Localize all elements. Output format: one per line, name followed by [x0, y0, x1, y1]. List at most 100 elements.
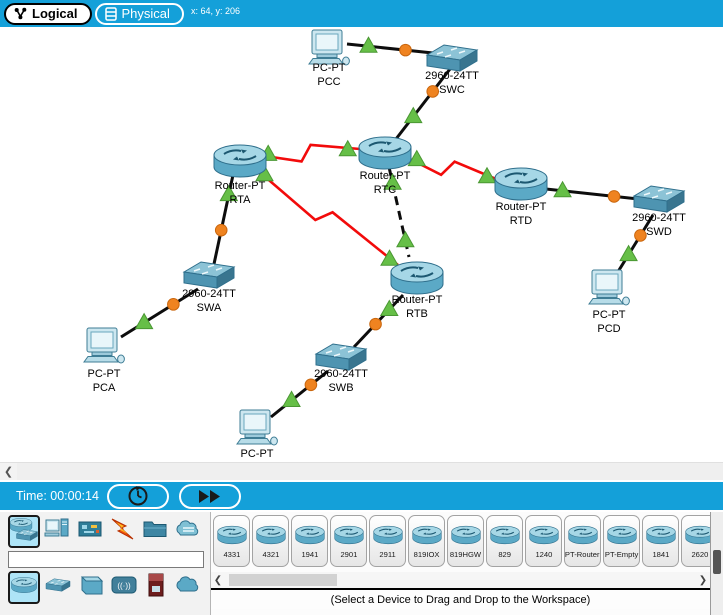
device-button-2901[interactable]: 2901	[330, 515, 367, 567]
subcategory-routers[interactable]	[8, 571, 40, 604]
port-status-dot-icon	[400, 44, 412, 56]
packet-tracer-window: Logical Physical x: 64, y: 206 PC-PTPCC …	[0, 0, 723, 615]
port-up-triangle-icon	[397, 232, 414, 247]
subcategory-hubs[interactable]	[76, 571, 106, 604]
scroll-left-arrow-icon[interactable]: ❮	[0, 463, 17, 480]
palette-scroll-left-icon[interactable]: ❮	[211, 575, 225, 586]
subcategory-wan-emulation[interactable]	[172, 571, 204, 604]
switches-icon	[44, 574, 72, 601]
pc-icon[interactable]	[84, 328, 124, 363]
palette-scrollbar-thumb[interactable]	[229, 574, 337, 586]
device-button-PT-Router[interactable]: PT-Router	[564, 515, 601, 567]
port-status-dot-icon	[215, 224, 227, 236]
category-miscellaneous[interactable]	[140, 515, 171, 548]
device-SWA[interactable]: 2960-24TTSWA	[182, 262, 236, 314]
link-RTC-RTD[interactable]	[406, 151, 496, 183]
device-model-name: 2620	[691, 550, 708, 559]
fast-forward-time-button[interactable]	[179, 484, 241, 509]
device-PCC[interactable]: PC-PTPCC	[309, 30, 349, 88]
router-icon[interactable]	[359, 137, 411, 169]
palette-scroll-right-icon[interactable]: ❯	[696, 575, 710, 586]
subcategory-security[interactable]	[142, 571, 170, 604]
device-model-name: 4321	[262, 550, 279, 559]
router-model-icon	[528, 523, 560, 552]
workspace-canvas[interactable]: PC-PTPCC 2960-24TTSWC Router-PTRTA Route…	[0, 27, 723, 462]
device-button-PT-Empty[interactable]: PT-Empty	[603, 515, 640, 567]
device-button-4321[interactable]: 4321	[252, 515, 289, 567]
device-button-819HGW[interactable]: 819HGW	[447, 515, 484, 567]
category-components[interactable]	[75, 515, 106, 548]
category-end-devices[interactable]	[42, 515, 73, 548]
switch-icon[interactable]	[184, 262, 234, 288]
port-status-dot-icon	[608, 191, 620, 203]
link-SWD-PCD[interactable]	[616, 215, 653, 275]
device-PCA[interactable]: PC-PTPCA	[84, 328, 124, 394]
pc-icon[interactable]	[309, 30, 349, 65]
switch-icon[interactable]	[634, 186, 684, 212]
ethernet-cable[interactable]	[616, 215, 653, 275]
router-model-icon	[216, 523, 248, 552]
switch-icon[interactable]	[427, 45, 477, 71]
device-button-819IOX[interactable]: 819IOX	[408, 515, 445, 567]
device-name-label: RTA	[230, 194, 252, 206]
subcategory-row: ((·))	[8, 571, 204, 604]
device-model-name: 1941	[301, 550, 318, 559]
svg-text:((·)): ((·))	[117, 582, 131, 591]
router-model-icon	[684, 523, 711, 552]
device-button-1240[interactable]: 1240	[525, 515, 562, 567]
category-network-devices[interactable]	[8, 515, 40, 548]
tab-physical-label: Physical	[122, 6, 170, 21]
device-RTD[interactable]: Router-PTRTD	[495, 168, 547, 227]
link-RTA-RTC[interactable]	[258, 141, 360, 162]
tab-physical[interactable]: Physical	[95, 3, 184, 25]
canvas-horizontal-scrollbar[interactable]: ❮	[0, 462, 723, 480]
canvas-scrollbar-track[interactable]	[17, 463, 723, 480]
palette-horizontal-scrollbar[interactable]: ❮ ❯	[211, 572, 710, 588]
device-name-label: PCD	[597, 323, 620, 335]
connections-icon	[109, 516, 135, 547]
tab-logical[interactable]: Logical	[4, 3, 92, 25]
fast-forward-icon	[197, 489, 223, 504]
power-cycle-button[interactable]	[107, 484, 169, 509]
palette-vertical-scrollbar[interactable]	[710, 512, 723, 615]
device-PCB[interactable]: PC-PT	[237, 410, 277, 460]
subcategory-wireless-devices[interactable]: ((·))	[108, 571, 140, 604]
device-button-829[interactable]: 829	[486, 515, 523, 567]
switch-icon[interactable]	[316, 344, 366, 370]
device-category-panel: ((·))	[0, 512, 210, 615]
device-model-name: 1240	[535, 550, 552, 559]
device-model-name: PT-Empty	[605, 550, 638, 559]
device-button-4331[interactable]: 4331	[213, 515, 250, 567]
palette-scrollbar-track[interactable]	[225, 573, 696, 587]
link-RTD-SWD[interactable]	[546, 182, 638, 202]
category-connections[interactable]	[107, 515, 138, 548]
router-icon[interactable]	[495, 168, 547, 200]
pc-icon[interactable]	[589, 270, 629, 305]
subcategory-switches[interactable]	[42, 571, 74, 604]
category-multiuser[interactable]	[172, 515, 204, 548]
clock-reset-icon	[126, 484, 150, 508]
palette-vscrollbar-thumb[interactable]	[713, 550, 721, 574]
router-icon[interactable]	[391, 262, 443, 294]
device-button-2911[interactable]: 2911	[369, 515, 406, 567]
palette-status-text: (Select a Device to Drag and Drop to the…	[331, 594, 591, 606]
device-name-label: SWD	[646, 226, 672, 238]
palette-status-bar: (Select a Device to Drag and Drop to the…	[211, 588, 710, 609]
device-button-1841[interactable]: 1841	[642, 515, 679, 567]
port-status-dot-icon	[635, 230, 647, 242]
router-model-icon	[294, 523, 326, 552]
device-model-label: Router-PT	[392, 294, 443, 306]
device-SWB[interactable]: 2960-24TTSWB	[314, 344, 368, 394]
device-model-label: 2960-24TT	[314, 368, 368, 380]
device-button-2620[interactable]: 2620	[681, 515, 710, 567]
device-name-label: SWA	[197, 302, 222, 314]
port-status-dot-icon	[427, 86, 439, 98]
device-RTB[interactable]: Router-PTRTB	[391, 262, 443, 320]
device-PCD[interactable]: PC-PTPCD	[589, 270, 629, 335]
link-PCC-SWC[interactable]	[347, 37, 433, 56]
router-icon[interactable]	[214, 145, 266, 177]
device-RTC[interactable]: Router-PTRTC	[359, 137, 411, 196]
device-RTA[interactable]: Router-PTRTA	[214, 145, 266, 206]
port-status-dot-icon	[168, 299, 180, 311]
device-button-1941[interactable]: 1941	[291, 515, 328, 567]
